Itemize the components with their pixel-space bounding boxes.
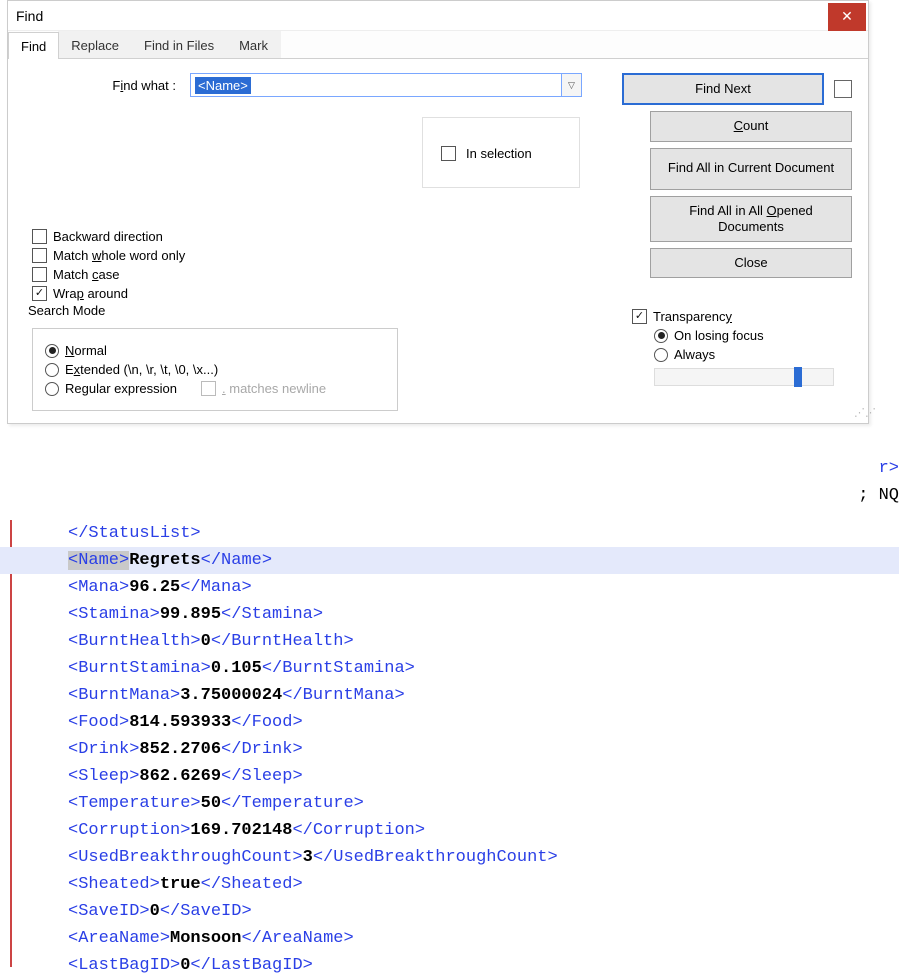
matches-newline-checkbox: . matches newline [201, 381, 326, 396]
code-line[interactable]: <BurntHealth>0</BurntHealth> [68, 628, 899, 655]
resize-grip-icon[interactable]: ⋰⋰ [854, 410, 866, 422]
close-button[interactable]: Close [650, 248, 852, 278]
in-selection-label: In selection [466, 146, 532, 161]
find-all-opened-button[interactable]: Find All in All Opened Documents [650, 196, 852, 243]
editor-area[interactable]: </StatusList><Name>Regrets</Name><Mana>9… [0, 520, 899, 979]
code-line[interactable]: <BurntMana>3.75000024</BurntMana> [68, 682, 899, 709]
code-line[interactable]: <Food>814.593933</Food> [68, 709, 899, 736]
transparency-always-radio[interactable]: Always [654, 347, 852, 362]
tab-find-in-files[interactable]: Find in Files [131, 31, 227, 58]
find-what-input[interactable]: <Name> [190, 73, 562, 97]
find-all-current-button[interactable]: Find All in Current Document [650, 148, 852, 190]
tab-mark[interactable]: Mark [226, 31, 281, 58]
code-line[interactable]: <Stamina>99.895</Stamina> [68, 601, 899, 628]
transparency-on-losing-focus-radio[interactable]: On losing focus [654, 328, 852, 343]
background-editor-snippet: r> ; NQ [858, 455, 899, 509]
wrap-around-checkbox[interactable]: Wrap around [32, 286, 852, 301]
code-line[interactable]: <Corruption>169.702148</Corruption> [68, 817, 899, 844]
code-line[interactable]: <Mana>96.25</Mana> [68, 574, 899, 601]
dialog-title: Find [16, 8, 43, 24]
search-mode-group: Normal Extended (\n, \r, \t, \0, \x...) … [32, 328, 398, 411]
find-dialog: Find ✕ Find Replace Find in Files Mark F… [7, 0, 869, 424]
titlebar[interactable]: Find ✕ [8, 1, 868, 31]
code-line[interactable]: <SaveID>0</SaveID> [68, 898, 899, 925]
show-search-results-toggle[interactable] [834, 80, 852, 98]
code-line[interactable]: <Drink>852.2706</Drink> [68, 736, 899, 763]
tab-replace[interactable]: Replace [58, 31, 132, 58]
find-what-label: Find what : [32, 78, 182, 93]
find-what-dropdown[interactable]: ▽ [562, 73, 582, 97]
chevron-down-icon: ▽ [568, 80, 575, 91]
in-selection-checkbox[interactable] [441, 146, 456, 161]
mode-extended-radio[interactable]: Extended (\n, \r, \t, \0, \x...) [45, 362, 385, 377]
code-line[interactable]: <Temperature>50</Temperature> [68, 790, 899, 817]
count-button[interactable]: Count [650, 111, 852, 141]
code-line[interactable]: <Sleep>862.6269</Sleep> [68, 763, 899, 790]
mode-regex-radio[interactable]: Regular expression . matches newline [45, 381, 385, 396]
transparency-checkbox[interactable]: Transparency [632, 309, 852, 324]
code-line[interactable]: <Sheated>true</Sheated> [68, 871, 899, 898]
in-selection-panel: In selection [422, 117, 580, 188]
search-mode-label: Search Mode [24, 303, 398, 318]
code-line[interactable]: <Name>Regrets</Name> [0, 547, 899, 574]
find-next-button[interactable]: Find Next [622, 73, 824, 105]
close-icon[interactable]: ✕ [828, 3, 866, 31]
code-line[interactable]: </StatusList> [68, 520, 899, 547]
code-line[interactable]: <AreaName>Monsoon</AreaName> [68, 925, 899, 952]
mode-normal-radio[interactable]: Normal [45, 343, 385, 358]
tabs: Find Replace Find in Files Mark [8, 31, 868, 59]
tab-find[interactable]: Find [8, 32, 59, 59]
transparency-slider[interactable] [654, 368, 834, 386]
code-line[interactable]: <BurntStamina>0.105</BurntStamina> [68, 655, 899, 682]
code-line[interactable]: <UsedBreakthroughCount>3</UsedBreakthrou… [68, 844, 899, 871]
code-line[interactable]: <LastBagID>0</LastBagID> [68, 952, 899, 979]
